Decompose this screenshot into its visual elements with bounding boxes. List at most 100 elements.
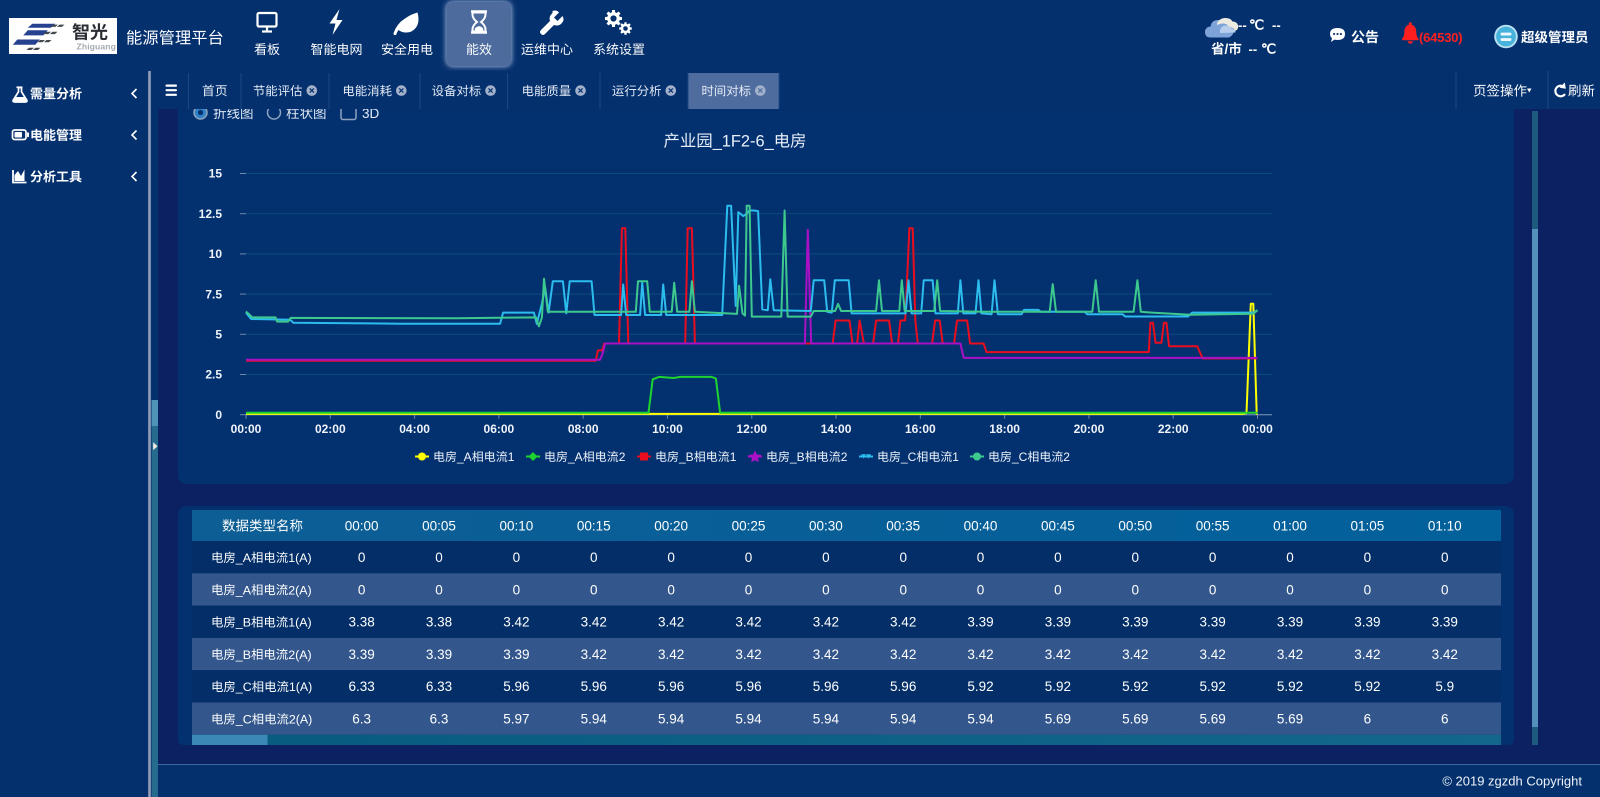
svg-text:3.42: 3.42 <box>658 615 684 630</box>
svg-text:10: 10 <box>209 247 223 261</box>
svg-text:0: 0 <box>1054 582 1062 597</box>
svg-text:00:40: 00:40 <box>964 519 998 534</box>
svg-text:00:50: 00:50 <box>1118 519 1152 534</box>
svg-text:00:35: 00:35 <box>886 519 920 534</box>
svg-text:16:00: 16:00 <box>905 422 936 436</box>
svg-text:3.42: 3.42 <box>581 647 607 662</box>
svg-text:0: 0 <box>435 582 443 597</box>
svg-text:20:00: 20:00 <box>1074 422 1105 436</box>
svg-text:1(A): 1(A) <box>288 551 311 565</box>
svg-text:02:00: 02:00 <box>315 422 346 436</box>
svg-text:_C: _C <box>1011 450 1028 464</box>
svg-text:5.96: 5.96 <box>658 679 684 694</box>
svg-text:3.42: 3.42 <box>735 615 761 630</box>
svg-text:0: 0 <box>358 582 366 597</box>
svg-text:3.39: 3.39 <box>503 647 529 662</box>
svg-text:5.94: 5.94 <box>890 712 917 727</box>
svg-text:5.92: 5.92 <box>1122 679 1148 694</box>
svg-text:0: 0 <box>590 550 598 565</box>
svg-text:22:00: 22:00 <box>1158 422 1189 436</box>
svg-text:6.3: 6.3 <box>430 712 449 727</box>
svg-text:--: -- <box>1249 42 1258 57</box>
svg-text:5.96: 5.96 <box>503 679 529 694</box>
svg-text:_B: _B <box>235 616 251 630</box>
svg-text:3.42: 3.42 <box>1277 647 1303 662</box>
svg-text:_B: _B <box>789 450 805 464</box>
svg-text:6.33: 6.33 <box>426 679 452 694</box>
svg-text:0: 0 <box>1209 550 1217 565</box>
svg-text:06:00: 06:00 <box>484 422 515 436</box>
svg-text:5.69: 5.69 <box>1045 712 1071 727</box>
svg-text:0: 0 <box>1441 582 1449 597</box>
svg-text:_A: _A <box>567 450 583 464</box>
svg-text:5.69: 5.69 <box>1199 712 1225 727</box>
svg-text:_B: _B <box>678 450 694 464</box>
svg-text:0: 0 <box>977 582 985 597</box>
svg-text:3.42: 3.42 <box>1045 647 1071 662</box>
svg-text:5.94: 5.94 <box>967 712 994 727</box>
svg-text:1: 1 <box>952 450 959 464</box>
svg-text:_A: _A <box>456 450 472 464</box>
svg-text:6.33: 6.33 <box>349 679 375 694</box>
svg-text:5.96: 5.96 <box>890 679 916 694</box>
svg-text:6.3: 6.3 <box>352 712 371 727</box>
svg-text:--: -- <box>1238 18 1247 33</box>
svg-text:04:00: 04:00 <box>399 422 430 436</box>
svg-text:01:10: 01:10 <box>1428 519 1462 534</box>
svg-text:0: 0 <box>1209 582 1217 597</box>
svg-text:00:00: 00:00 <box>231 422 262 436</box>
svg-text:5.94: 5.94 <box>735 712 762 727</box>
svg-text:0: 0 <box>822 550 830 565</box>
svg-text:_B: _B <box>235 648 251 662</box>
svg-text:3.42: 3.42 <box>735 647 761 662</box>
svg-text:00:00: 00:00 <box>1242 422 1273 436</box>
svg-text:© 2019 zgzdh Copyright: © 2019 zgzdh Copyright <box>1442 774 1582 789</box>
svg-text:2.5: 2.5 <box>205 368 222 382</box>
svg-text:3.42: 3.42 <box>1432 647 1458 662</box>
svg-text:00:30: 00:30 <box>809 519 843 534</box>
svg-text:0: 0 <box>1364 550 1372 565</box>
svg-text:0: 0 <box>435 550 443 565</box>
svg-text:℃: ℃ <box>1261 42 1277 57</box>
svg-text:3.39: 3.39 <box>1277 615 1303 630</box>
svg-text:00:45: 00:45 <box>1041 519 1075 534</box>
svg-text:5.92: 5.92 <box>1045 679 1071 694</box>
svg-text:5.96: 5.96 <box>813 679 839 694</box>
svg-text:_A: _A <box>235 583 252 597</box>
svg-text:00:55: 00:55 <box>1196 519 1230 534</box>
svg-text:5: 5 <box>215 328 222 342</box>
svg-text:0: 0 <box>977 550 985 565</box>
svg-text:/: / <box>1225 42 1229 57</box>
svg-text:5.94: 5.94 <box>581 712 608 727</box>
svg-text:2: 2 <box>1063 450 1070 464</box>
svg-text:0: 0 <box>1286 582 1294 597</box>
svg-text:--: -- <box>1272 18 1281 33</box>
svg-text:5.97: 5.97 <box>503 712 529 727</box>
svg-text:0: 0 <box>745 550 753 565</box>
svg-text:00:05: 00:05 <box>422 519 456 534</box>
svg-text:00:00: 00:00 <box>345 519 379 534</box>
svg-text:12.5: 12.5 <box>199 207 223 221</box>
svg-text:0: 0 <box>667 550 675 565</box>
svg-text:2(A): 2(A) <box>289 713 312 727</box>
svg-text:3.38: 3.38 <box>349 615 375 630</box>
svg-text:0: 0 <box>358 550 366 565</box>
svg-text:01:05: 01:05 <box>1350 519 1384 534</box>
svg-text:6: 6 <box>1364 712 1372 727</box>
svg-text:3.42: 3.42 <box>813 647 839 662</box>
svg-text:5.96: 5.96 <box>735 679 761 694</box>
svg-text:_C: _C <box>235 680 252 694</box>
svg-text:3.42: 3.42 <box>813 615 839 630</box>
svg-text:14:00: 14:00 <box>821 422 852 436</box>
svg-text:00:20: 00:20 <box>654 519 688 534</box>
svg-text:08:00: 08:00 <box>568 422 599 436</box>
svg-text:3.39: 3.39 <box>1122 615 1148 630</box>
svg-text:3.42: 3.42 <box>1122 647 1148 662</box>
svg-text:5.94: 5.94 <box>658 712 685 727</box>
svg-text:3.42: 3.42 <box>1199 647 1225 662</box>
svg-text:0: 0 <box>745 582 753 597</box>
svg-text:3.39: 3.39 <box>1045 615 1071 630</box>
svg-text:5.92: 5.92 <box>1277 679 1303 694</box>
svg-text:3.38: 3.38 <box>426 615 452 630</box>
svg-text:0: 0 <box>513 550 521 565</box>
